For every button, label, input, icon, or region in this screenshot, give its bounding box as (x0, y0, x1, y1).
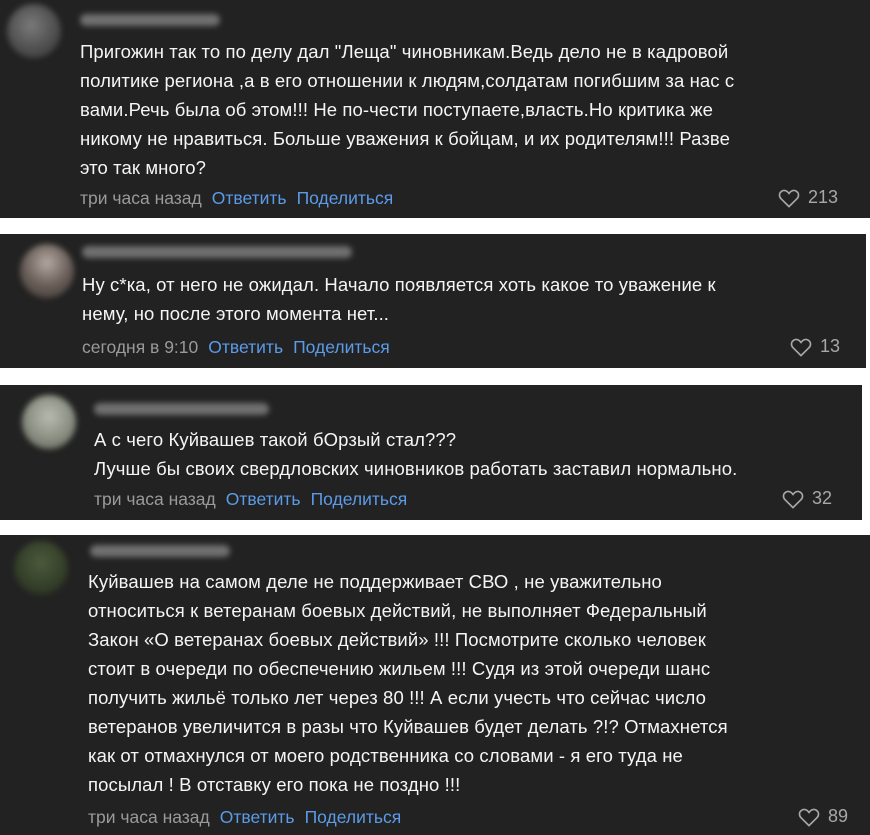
heart-outline-icon (782, 490, 804, 509)
timestamp: три часа назад (80, 188, 202, 208)
share-button[interactable]: Поделиться (297, 188, 394, 208)
comment-text: Ну с*ка, от него не ожидал. Начало появл… (82, 274, 716, 324)
comment-text: Куйвашев на самом деле не поддерживает С… (88, 571, 728, 795)
share-button[interactable]: Поделиться (305, 807, 402, 827)
reply-button[interactable]: Ответить (226, 489, 301, 509)
timestamp: три часа назад (88, 807, 210, 827)
like-button[interactable]: 213 (778, 187, 838, 208)
comment-meta: сегодня в 9:10 Ответить Поделиться (82, 337, 390, 358)
author-name-blurred[interactable] (90, 545, 230, 557)
comment-card: А с чего Куйвашев такой бОрзый стал??? Л… (0, 385, 862, 520)
reply-button[interactable]: Ответить (220, 807, 295, 827)
like-count: 213 (807, 187, 838, 207)
author-name-blurred[interactable] (94, 403, 269, 415)
like-button[interactable]: 13 (790, 336, 840, 357)
comment-text: Пригожин так то по делу дал "Леща" чинов… (80, 41, 735, 178)
like-button[interactable]: 89 (798, 806, 848, 827)
avatar[interactable] (22, 395, 76, 449)
like-count: 13 (819, 336, 840, 356)
comment-card: Куйвашев на самом деле не поддерживает С… (0, 535, 870, 835)
avatar[interactable] (20, 244, 74, 298)
avatar[interactable] (14, 541, 68, 595)
reply-button[interactable]: Ответить (208, 337, 283, 357)
like-button[interactable]: 32 (782, 488, 832, 509)
like-count: 89 (827, 806, 848, 826)
share-button[interactable]: Поделиться (293, 337, 390, 357)
share-button[interactable]: Поделиться (311, 489, 408, 509)
comment-meta: три часа назад Ответить Поделиться (88, 807, 401, 828)
avatar[interactable] (7, 4, 61, 58)
comment-text: А с чего Куйвашев такой бОрзый стал??? Л… (94, 429, 738, 479)
heart-outline-icon (798, 808, 820, 827)
comment-card: Ну с*ка, от него не ожидал. Начало появл… (0, 234, 866, 368)
author-name-blurred[interactable] (82, 246, 352, 258)
timestamp: три часа назад (94, 489, 216, 509)
heart-outline-icon (790, 338, 812, 357)
comment-card: Пригожин так то по делу дал "Леща" чинов… (0, 0, 870, 218)
like-count: 32 (811, 488, 832, 508)
reply-button[interactable]: Ответить (212, 188, 287, 208)
timestamp: сегодня в 9:10 (82, 337, 199, 357)
author-name-blurred[interactable] (80, 14, 220, 26)
comment-meta: три часа назад Ответить Поделиться (80, 188, 393, 209)
comment-meta: три часа назад Ответить Поделиться (94, 489, 407, 510)
heart-outline-icon (778, 189, 800, 208)
